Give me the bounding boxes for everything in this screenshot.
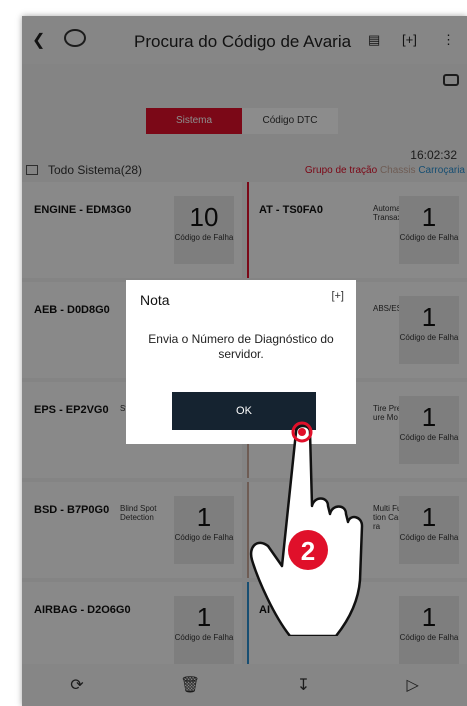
app-window: ❮ Procura do Código de Avaria ▤ [+] ⋮ Si…: [22, 16, 467, 706]
dialog-title: Nota: [140, 292, 170, 308]
tap-point: [298, 428, 306, 436]
tap-hand-illustration: 2: [249, 421, 364, 636]
dialog-message: Envia o Número de Diagnóstico do servido…: [148, 332, 334, 361]
dialog-expand-icon[interactable]: [+]: [331, 290, 344, 302]
step-number: 2: [301, 536, 315, 566]
